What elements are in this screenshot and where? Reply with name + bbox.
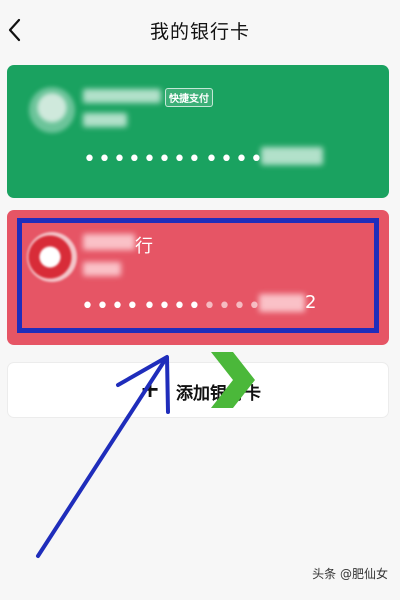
pointer-arrow-icon — [36, 355, 170, 558]
watermark: 头条 @肥仙女 — [312, 567, 388, 581]
